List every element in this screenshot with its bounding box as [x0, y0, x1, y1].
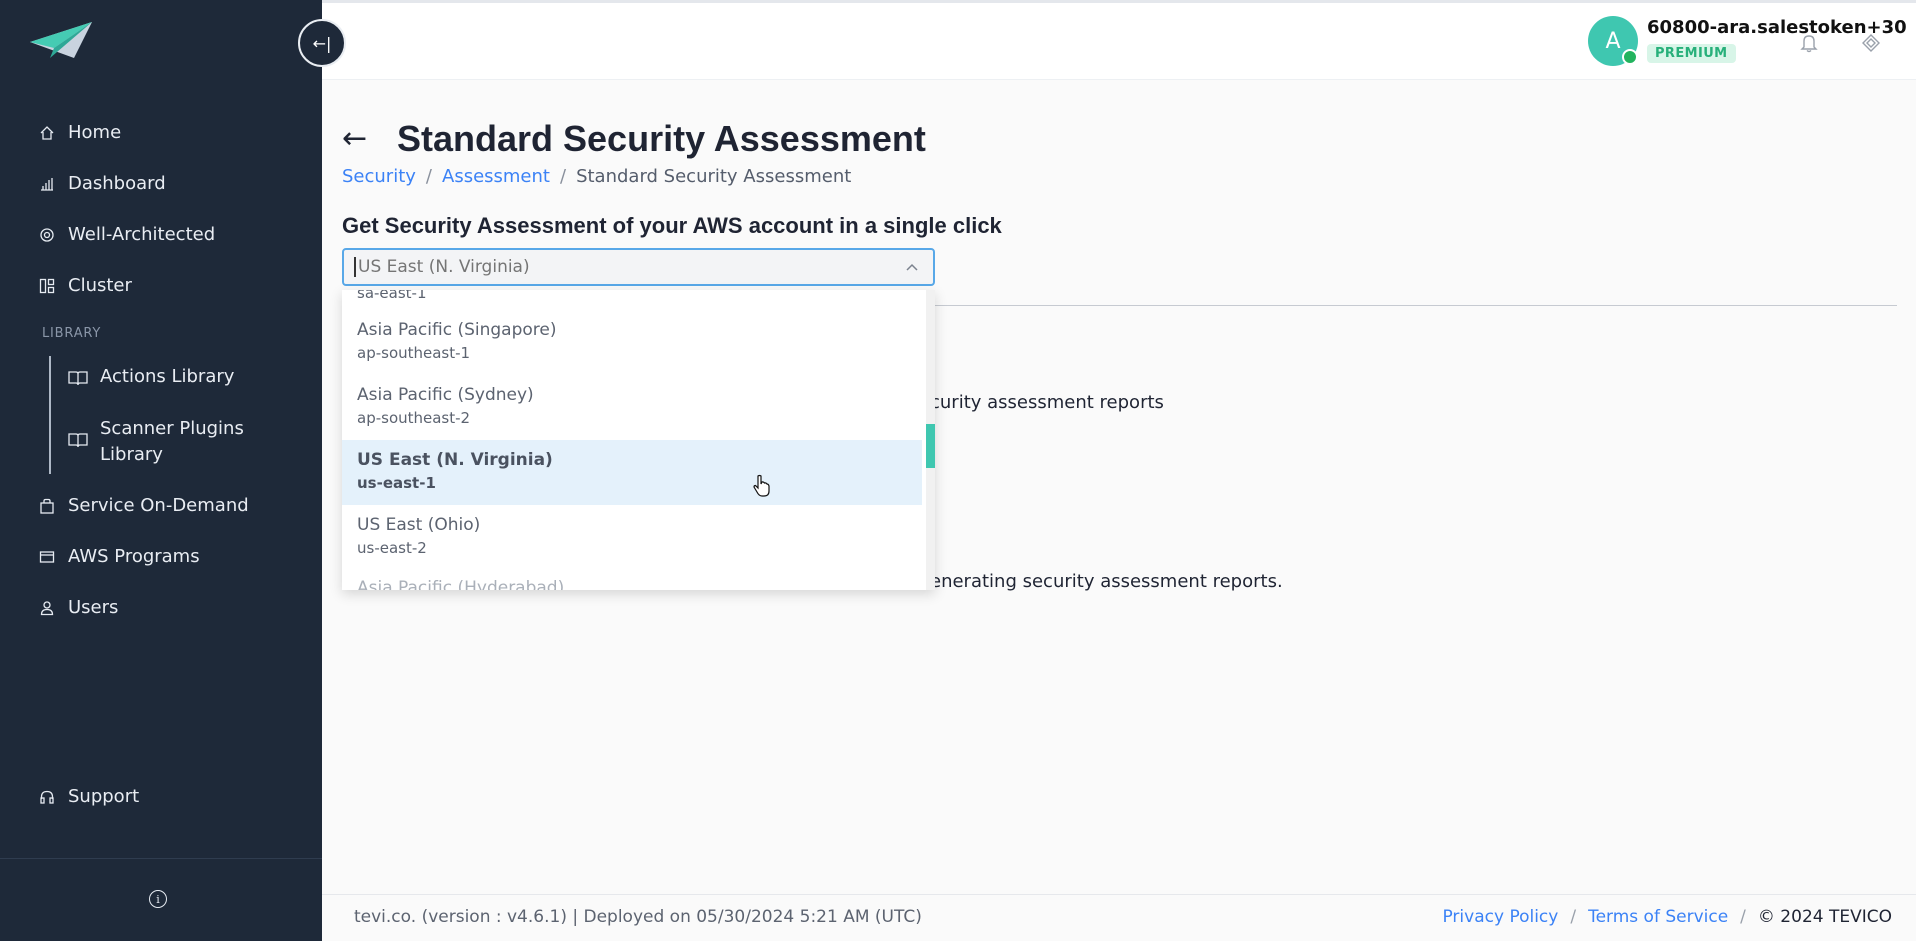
book-icon [68, 364, 88, 394]
version-info: tevi.co. (version : v4.6.1) | Deployed o… [354, 907, 922, 927]
sidebar-item-label: Well-Architected [68, 224, 216, 245]
footer-separator: / [1570, 907, 1577, 927]
sidebar-item-aws-programs[interactable]: AWS Programs [38, 546, 200, 567]
logo[interactable] [30, 22, 92, 64]
card-icon [38, 548, 56, 566]
footer-links: Privacy Policy / Terms of Service / © 20… [1442, 907, 1892, 927]
option-code: us-east-2 [357, 539, 427, 557]
option-name: US East (Ohio) [357, 515, 481, 535]
sidebar-item-well-architected[interactable]: Well-Architected [38, 224, 215, 245]
sidebar: Home Dashboard Well-Architected Cluster … [0, 0, 322, 941]
mouse-pointer-icon [752, 474, 772, 502]
sidebar-item-cluster[interactable]: Cluster [38, 275, 132, 296]
sidebar-item-label: Dashboard [68, 173, 166, 194]
terms-of-service-link[interactable]: Terms of Service [1588, 907, 1728, 927]
breadcrumb-security[interactable]: Security [342, 166, 416, 187]
option-code: ap-southeast-2 [357, 409, 471, 427]
home-icon [38, 124, 56, 142]
sidebar-item-label: Scanner Plugins Library [100, 418, 244, 465]
chevron-up-icon[interactable] [905, 260, 919, 276]
breadcrumb-separator: / [559, 166, 567, 187]
top-bar [322, 0, 1916, 80]
headset-icon [38, 788, 56, 806]
divider [935, 305, 1897, 306]
sidebar-item-label: Service On-Demand [68, 495, 249, 516]
layout-icon [38, 277, 56, 295]
page-title: Standard Security Assessment [397, 118, 926, 159]
collapse-sidebar-button[interactable]: ←| [298, 19, 346, 67]
sidebar-item-dashboard[interactable]: Dashboard [38, 173, 166, 194]
chart-icon [38, 175, 56, 193]
sidebar-item-actions-library[interactable]: Actions Library [68, 364, 234, 394]
user-icon [38, 599, 56, 617]
book-icon [68, 416, 88, 456]
dropdown-option-partial[interactable]: Asia Pacific (Hyderabad) [357, 578, 564, 590]
text-caret [354, 257, 356, 277]
sidebar-item-label: Support [68, 786, 140, 807]
sidebar-divider [0, 858, 322, 859]
bag-icon [38, 497, 56, 515]
back-arrow-icon[interactable]: ← [342, 121, 367, 156]
sidebar-item-label: AWS Programs [68, 546, 200, 567]
background-text: enerating security assessment reports. [930, 571, 1283, 592]
region-dropdown-list: sa-east-1 Asia Pacific (Singapore) ap-so… [342, 290, 935, 590]
sidebar-item-support[interactable]: Support [38, 786, 139, 807]
sidebar-item-home[interactable]: Home [38, 122, 121, 143]
region-select-input[interactable] [358, 257, 878, 277]
section-title: Get Security Assessment of your AWS acco… [342, 213, 1002, 238]
option-code: ap-southeast-1 [357, 344, 471, 362]
sidebar-item-label: Users [68, 597, 119, 618]
online-status-dot [1622, 49, 1638, 65]
breadcrumb: Security / Assessment / Standard Securit… [342, 166, 851, 187]
sidebar-item-label: Cluster [68, 275, 132, 296]
dropdown-option-ap-southeast-2[interactable]: Asia Pacific (Sydney) ap-southeast-2 [342, 375, 922, 440]
copyright: © 2024 TEVICO [1757, 907, 1892, 927]
sidebar-item-label: Actions Library [100, 366, 235, 387]
breadcrumb-assessment[interactable]: Assessment [442, 166, 550, 187]
dropdown-option-us-east-2[interactable]: US East (Ohio) us-east-2 [342, 505, 922, 570]
privacy-policy-link[interactable]: Privacy Policy [1442, 907, 1558, 927]
option-name: Asia Pacific (Sydney) [357, 385, 534, 405]
dropdown-option-us-east-1[interactable]: US East (N. Virginia) us-east-1 [342, 440, 922, 505]
eye-icon [38, 226, 56, 244]
breadcrumb-separator: / [425, 166, 432, 187]
region-select[interactable] [342, 248, 935, 286]
option-name: US East (N. Virginia) [357, 450, 553, 470]
plan-badge: PREMIUM [1647, 44, 1736, 63]
option-code: us-east-1 [357, 474, 436, 492]
sidebar-item-scanner-plugins-library[interactable]: Scanner Plugins Library [68, 416, 244, 468]
breadcrumb-current: Standard Security Assessment [576, 166, 852, 187]
background-text: curity assessment reports [930, 392, 1164, 413]
footer-separator: / [1740, 907, 1746, 927]
option-name: Asia Pacific (Singapore) [357, 320, 557, 340]
footer: tevi.co. (version : v4.6.1) | Deployed o… [322, 894, 1916, 941]
sidebar-item-users[interactable]: Users [38, 597, 118, 618]
info-icon[interactable]: i [149, 890, 167, 908]
dropdown-option-partial[interactable]: sa-east-1 [357, 290, 427, 302]
library-tree-line [49, 356, 51, 474]
sidebar-item-service-on-demand[interactable]: Service On-Demand [38, 495, 249, 516]
dropdown-option-ap-southeast-1[interactable]: Asia Pacific (Singapore) ap-southeast-1 [342, 310, 922, 375]
dropdown-scrollbar-thumb[interactable] [926, 424, 935, 468]
library-heading: LIBRARY [42, 326, 102, 341]
user-name[interactable]: 60800-ara.salestoken+30 [1647, 17, 1907, 38]
sidebar-item-label: Home [68, 122, 122, 143]
